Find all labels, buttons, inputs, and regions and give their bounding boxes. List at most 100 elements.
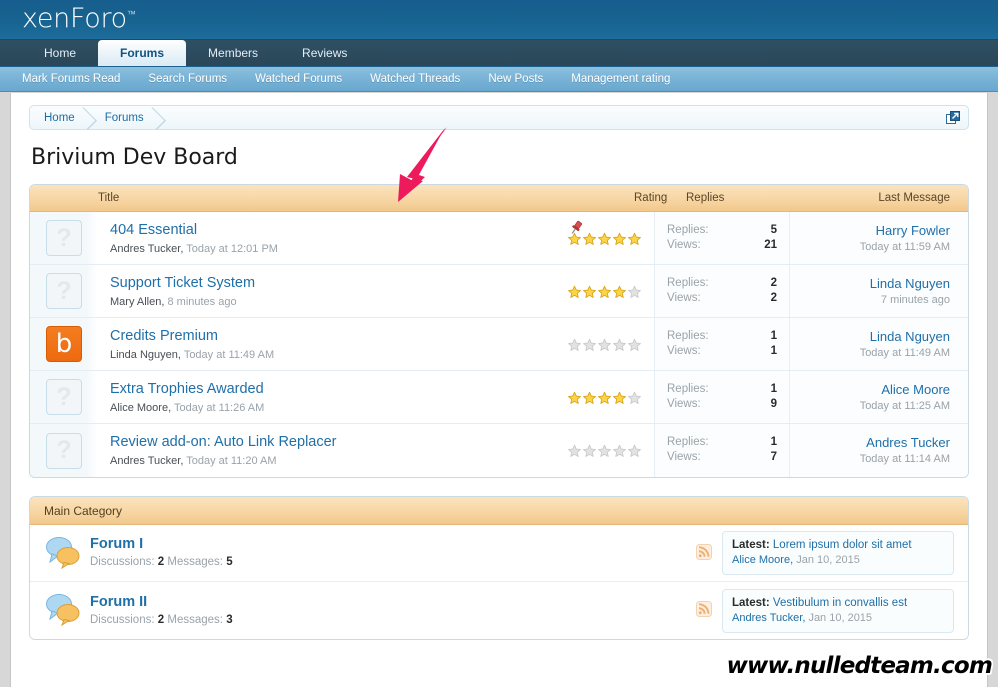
list-item[interactable]: Forum I Discussions: 2 Messages: 5 Latest:… xyxy=(30,525,968,582)
views-count: 7 xyxy=(770,451,777,463)
subnav-watched-forums[interactable]: Watched Forums xyxy=(255,73,356,85)
replies-label: Replies: xyxy=(667,436,709,448)
avatar[interactable]: ? xyxy=(46,379,82,415)
last-message-author[interactable]: Harry Fowler xyxy=(790,222,950,239)
thread-title-link[interactable]: Extra Trophies Awarded xyxy=(110,380,554,398)
thread-title-link[interactable]: Credits Premium xyxy=(110,327,554,345)
column-header-replies: Replies xyxy=(686,192,725,204)
last-message-date: Today at 11:25 AM xyxy=(859,400,950,412)
last-message-author[interactable]: Linda Nguyen xyxy=(790,275,950,292)
site-logo[interactable]: xenForo™ xyxy=(22,3,136,34)
thread-meta: Andres Tucker, Today at 11:20 AM xyxy=(110,453,554,469)
table-row[interactable]: ? Extra Trophies Awarded Alice Moore, Toda… xyxy=(30,371,968,424)
last-message-author[interactable]: Linda Nguyen xyxy=(790,328,950,345)
avatar[interactable]: b xyxy=(46,326,82,362)
thread-avatar-cell: ? xyxy=(30,212,98,264)
thread-author[interactable]: Alice Moore, xyxy=(110,402,171,414)
rss-feed-icon[interactable] xyxy=(696,543,722,563)
main-navigation: Home Forums Members Reviews xyxy=(0,40,998,67)
thread-rating-cell[interactable] xyxy=(554,424,654,477)
nav-tab-reviews[interactable]: Reviews xyxy=(280,40,369,66)
avatar[interactable]: ? xyxy=(46,432,82,469)
rating-stars[interactable] xyxy=(567,444,642,459)
replies-count: 5 xyxy=(770,224,777,236)
last-message-date: Today at 11:49 AM xyxy=(859,347,950,359)
subnav-mark-forums-read[interactable]: Mark Forums Read xyxy=(22,73,134,85)
breadcrumb-item-forums[interactable]: Forums xyxy=(91,106,160,129)
subnav-search-forums[interactable]: Search Forums xyxy=(148,73,241,85)
last-message-date: Today at 11:14 AM xyxy=(859,453,950,465)
star-empty-icon xyxy=(627,285,641,298)
thread-avatar-cell: ? xyxy=(30,424,98,477)
list-item[interactable]: Forum II Discussions: 2 Messages: 3 Latest… xyxy=(30,582,968,639)
star-empty-icon xyxy=(627,338,641,351)
rss-feed-icon[interactable] xyxy=(696,601,722,620)
last-message-author[interactable]: Alice Moore xyxy=(790,381,950,398)
thread-author[interactable]: Andres Tucker, xyxy=(110,455,183,467)
open-in-new-window-icon[interactable] xyxy=(946,110,960,125)
views-row: Views: 2 xyxy=(667,291,777,306)
table-row[interactable]: ? Review add-on: Auto Link Replacer Andres… xyxy=(30,424,968,477)
nav-tab-home[interactable]: Home xyxy=(22,40,98,66)
latest-author[interactable]: Alice Moore, xyxy=(732,554,793,566)
nav-tab-members[interactable]: Members xyxy=(186,40,280,66)
messages-label: Messages: xyxy=(167,556,223,568)
thread-author[interactable]: Mary Allen, xyxy=(110,296,164,308)
discussions-count: 2 xyxy=(157,556,165,568)
last-message-date: 7 minutes ago xyxy=(880,294,950,306)
thread-rating-cell[interactable] xyxy=(554,265,654,317)
rating-stars[interactable] xyxy=(567,338,642,353)
page-content: Home Forums Brivium Dev Board Title Rati… xyxy=(10,93,988,687)
replies-count: 1 xyxy=(770,383,777,395)
thread-date: 8 minutes ago xyxy=(167,296,237,308)
thread-author[interactable]: Andres Tucker, xyxy=(110,243,183,255)
thread-meta: Mary Allen, 8 minutes ago xyxy=(110,294,554,310)
column-header-rating: Rating xyxy=(634,192,668,204)
star-filled-icon xyxy=(597,232,611,245)
avatar[interactable]: ? xyxy=(46,220,82,256)
forum-title-link[interactable]: Forum I xyxy=(90,535,696,553)
thread-date: Today at 11:20 AM xyxy=(186,455,277,467)
nav-tab-forums[interactable]: Forums xyxy=(98,40,187,66)
forum-latest-box: Latest: Vestibulum in convallis est Andre… xyxy=(722,588,954,633)
rating-stars[interactable] xyxy=(567,285,642,300)
thread-meta: Alice Moore, Today at 11:26 AM xyxy=(110,400,554,416)
views-row: Views: 9 xyxy=(667,397,777,412)
thread-date: Today at 11:26 AM xyxy=(174,402,265,414)
thread-title-link[interactable]: Review add-on: Auto Link Replacer xyxy=(110,433,554,451)
views-row: Views: 21 xyxy=(667,238,777,253)
star-filled-icon xyxy=(597,391,611,404)
latest-title-link[interactable]: Lorem ipsum dolor sit amet xyxy=(773,539,912,551)
views-count: 9 xyxy=(770,398,777,410)
avatar[interactable]: ? xyxy=(46,273,82,309)
breadcrumb-item-home[interactable]: Home xyxy=(30,106,91,129)
thread-title-link[interactable]: Support Ticket System xyxy=(110,274,554,292)
subnav-management-rating[interactable]: Management rating xyxy=(571,73,684,85)
thread-title-link[interactable]: 404 Essential xyxy=(110,221,554,239)
table-row[interactable]: ? Support Ticket System Mary Allen, 8 minu… xyxy=(30,265,968,318)
replies-label: Replies: xyxy=(667,330,709,342)
forum-title-link[interactable]: Forum II xyxy=(90,593,696,611)
latest-label: Latest: xyxy=(732,539,770,551)
watermark: www.nulledteam.com xyxy=(726,653,993,679)
table-row[interactable]: b Credits Premium Linda Nguyen, Today at 1… xyxy=(30,318,968,371)
thread-stats-cell: Replies: 1 Views: 7 xyxy=(654,424,790,477)
star-filled-icon xyxy=(612,391,626,404)
thread-author[interactable]: Linda Nguyen, xyxy=(110,349,181,361)
site-header: xenForo™ xyxy=(0,0,998,40)
views-label: Views: xyxy=(667,345,701,357)
category-header: Main Category xyxy=(30,497,968,525)
latest-title-link[interactable]: Vestibulum in convallis est xyxy=(773,597,907,609)
thread-stats-cell: Replies: 1 Views: 1 xyxy=(654,318,790,370)
forum-stats: Discussions: 2 Messages: 3 xyxy=(90,612,696,629)
thread-rating-cell[interactable] xyxy=(554,318,654,370)
thread-rating-cell[interactable] xyxy=(554,371,654,423)
star-empty-icon xyxy=(567,338,581,351)
table-row[interactable]: ? 404 Essential Andres Tucker, Today at 12… xyxy=(30,212,968,265)
rating-stars[interactable] xyxy=(567,391,642,406)
star-empty-icon xyxy=(612,444,626,457)
last-message-author[interactable]: Andres Tucker xyxy=(790,434,950,451)
subnav-watched-threads[interactable]: Watched Threads xyxy=(370,73,474,85)
subnav-new-posts[interactable]: New Posts xyxy=(488,73,557,85)
latest-author[interactable]: Andres Tucker, xyxy=(732,612,805,624)
